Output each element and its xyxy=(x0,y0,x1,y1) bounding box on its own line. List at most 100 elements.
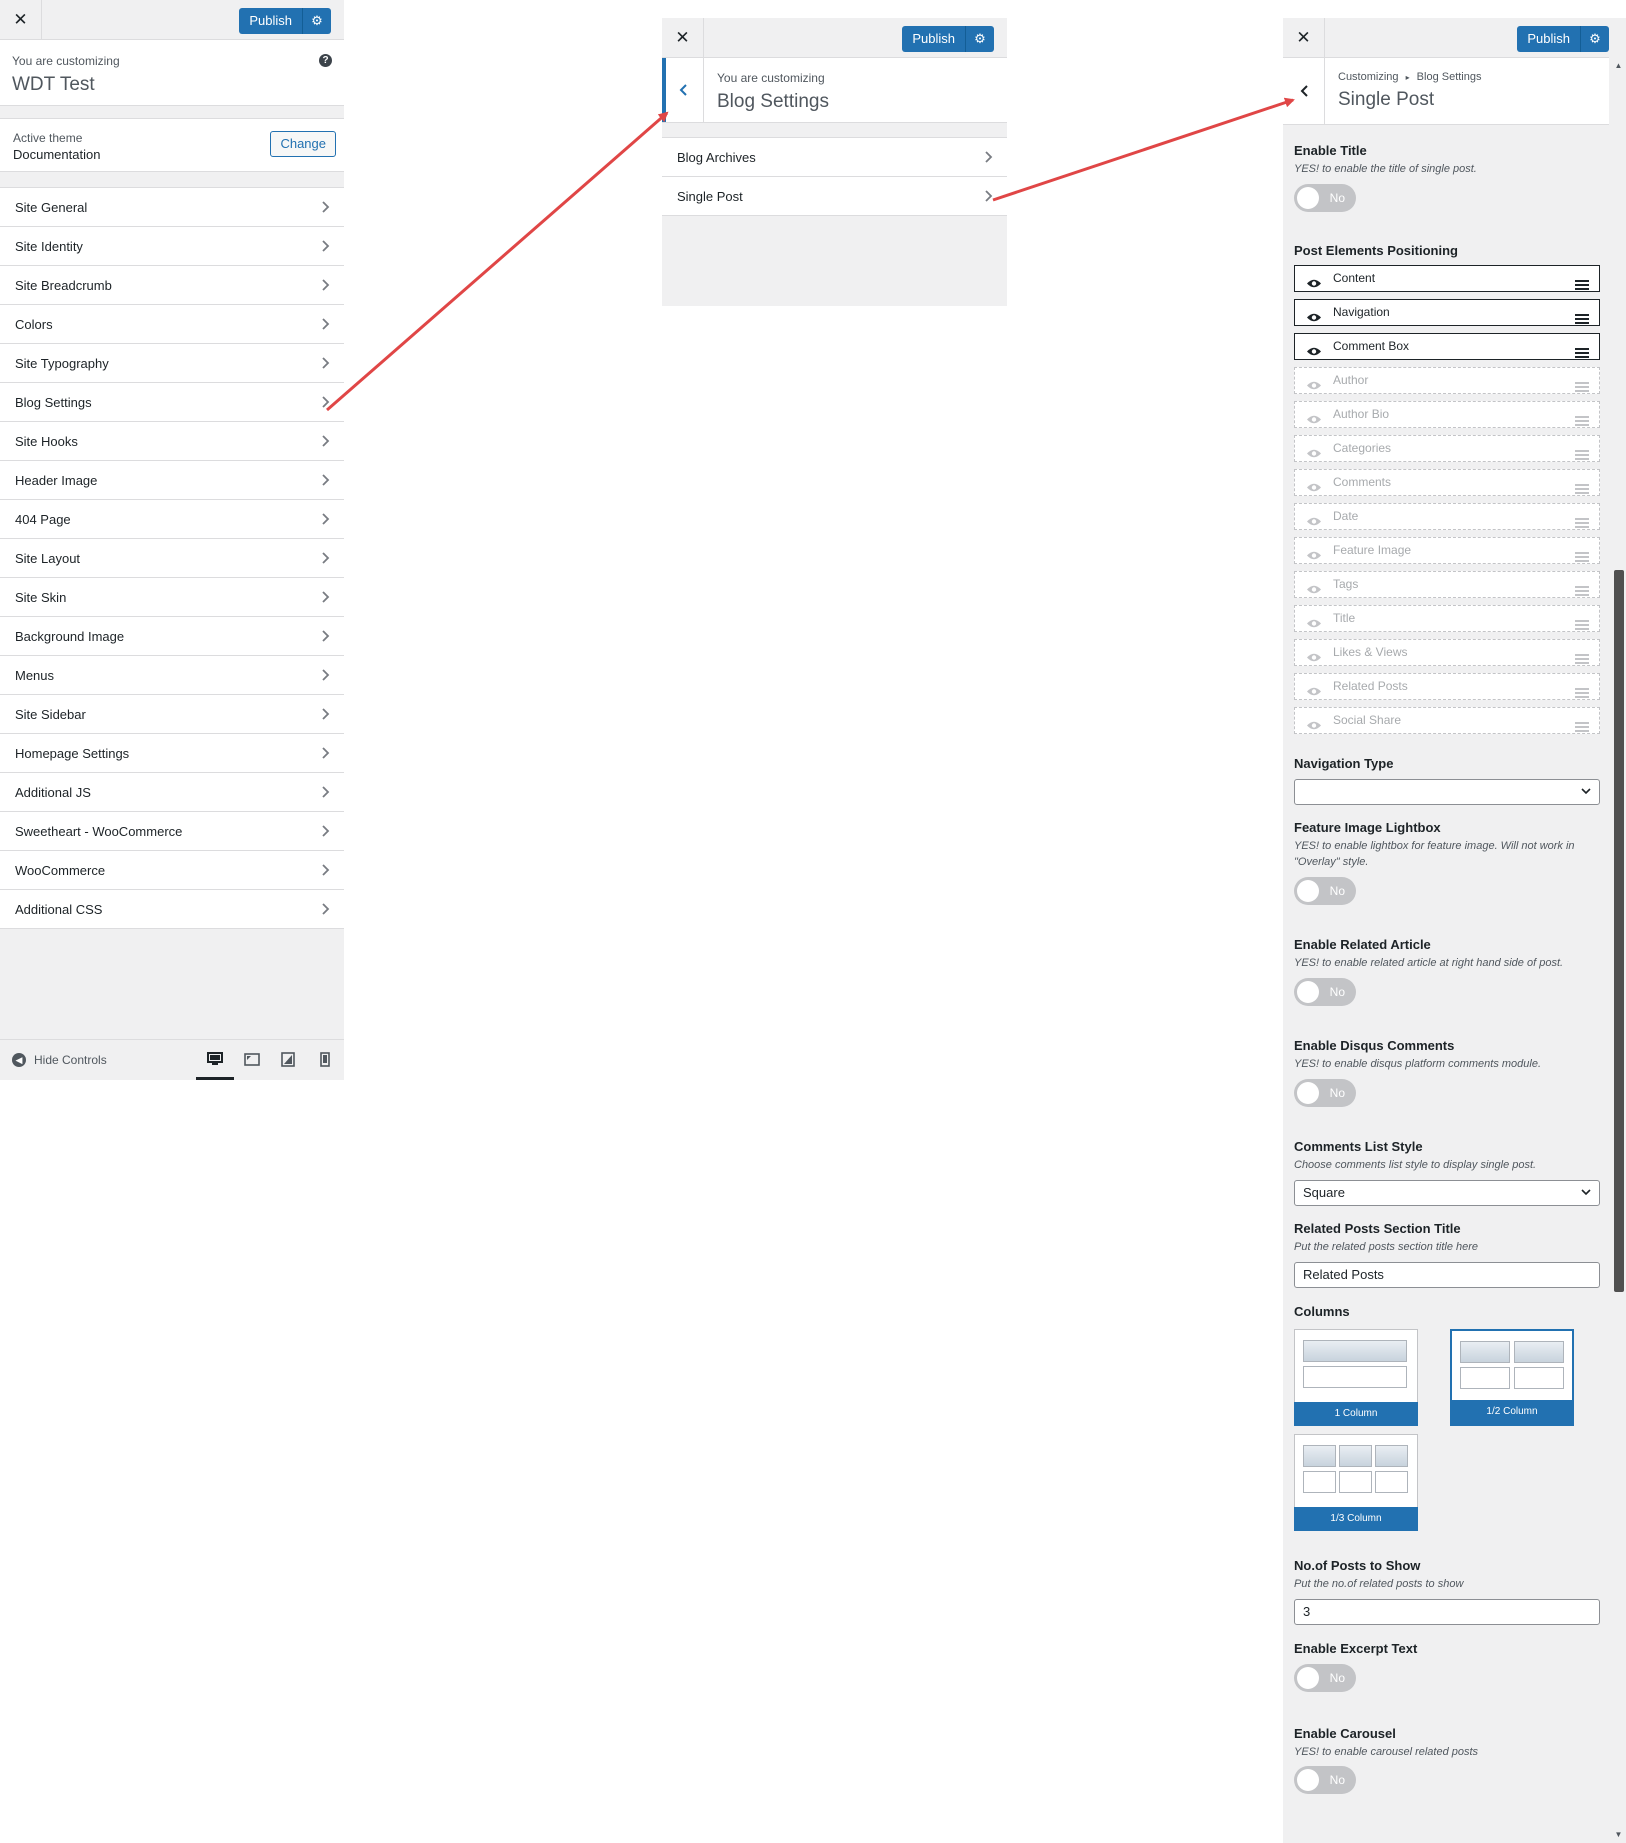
posts-count-input[interactable]: 3 xyxy=(1294,1598,1600,1625)
section-item-404-page[interactable]: 404 Page xyxy=(0,500,344,539)
element-item-likes-views[interactable]: Likes & Views xyxy=(1294,638,1600,666)
drag-handle-icon[interactable] xyxy=(1575,653,1589,664)
element-item-navigation[interactable]: Navigation xyxy=(1294,298,1600,326)
navigation-type-select[interactable] xyxy=(1294,778,1600,805)
drag-handle-icon[interactable] xyxy=(1575,381,1589,392)
publish-button[interactable]: Publish xyxy=(902,26,965,52)
drag-handle-icon[interactable] xyxy=(1575,551,1589,562)
element-item-feature-image[interactable]: Feature Image xyxy=(1294,536,1600,564)
column-option-2[interactable]: 1/2 Column xyxy=(1450,1328,1574,1426)
section-item-site-breadcrumb[interactable]: Site Breadcrumb xyxy=(0,266,344,305)
section-item-background-image[interactable]: Background Image xyxy=(0,617,344,656)
element-item-categories[interactable]: Categories xyxy=(1294,434,1600,462)
column-option-1[interactable]: 1 Column xyxy=(1294,1328,1418,1426)
drag-handle-icon[interactable] xyxy=(1575,517,1589,528)
back-button[interactable] xyxy=(1283,58,1325,124)
visibility-toggle[interactable] xyxy=(1306,613,1322,638)
enable-title-toggle[interactable]: No xyxy=(1294,183,1356,212)
scroll-down-arrow[interactable]: ▼ xyxy=(1611,1827,1626,1843)
related-title-input[interactable]: Related Posts xyxy=(1294,1261,1600,1288)
visibility-toggle[interactable] xyxy=(1306,681,1322,706)
section-item-site-skin[interactable]: Site Skin xyxy=(0,578,344,617)
drag-handle-icon[interactable] xyxy=(1575,415,1589,426)
drag-handle-icon[interactable] xyxy=(1575,687,1589,698)
close-button[interactable]: ✕ xyxy=(662,18,704,58)
close-button[interactable]: ✕ xyxy=(0,0,42,40)
excerpt-toggle[interactable]: No xyxy=(1294,1663,1356,1692)
element-item-tags[interactable]: Tags xyxy=(1294,570,1600,598)
device-tablet-landscape-button[interactable] xyxy=(236,1040,268,1080)
help-icon[interactable]: ? xyxy=(319,54,332,67)
subsection-item-blog-archives[interactable]: Blog Archives xyxy=(662,138,1007,177)
section-item-site-general[interactable]: Site General xyxy=(0,188,344,227)
visibility-toggle[interactable] xyxy=(1306,579,1322,604)
scroll-up-arrow[interactable]: ▲ xyxy=(1611,58,1626,74)
publish-settings-button[interactable]: ⚙ xyxy=(1580,26,1609,52)
device-desktop-button[interactable] xyxy=(196,1040,234,1080)
device-tablet-button[interactable] xyxy=(272,1040,304,1080)
visibility-toggle[interactable] xyxy=(1306,273,1322,298)
visibility-toggle[interactable] xyxy=(1306,409,1322,434)
element-item-content[interactable]: Content xyxy=(1294,264,1600,292)
visibility-toggle[interactable] xyxy=(1306,307,1322,332)
carousel-toggle[interactable]: No xyxy=(1294,1766,1356,1795)
section-item-site-layout[interactable]: Site Layout xyxy=(0,539,344,578)
section-item-blog-settings[interactable]: Blog Settings xyxy=(0,383,344,422)
section-item-menus[interactable]: Menus xyxy=(0,656,344,695)
element-item-comments[interactable]: Comments xyxy=(1294,468,1600,496)
change-theme-button[interactable]: Change xyxy=(270,131,336,157)
section-item-homepage-settings[interactable]: Homepage Settings xyxy=(0,734,344,773)
section-item-site-identity[interactable]: Site Identity xyxy=(0,227,344,266)
back-button[interactable] xyxy=(662,58,704,122)
visibility-toggle[interactable] xyxy=(1306,545,1322,570)
visibility-toggle[interactable] xyxy=(1306,715,1322,740)
section-item-additional-css[interactable]: Additional CSS xyxy=(0,890,344,929)
element-item-comment-box[interactable]: Comment Box xyxy=(1294,332,1600,360)
visibility-toggle[interactable] xyxy=(1306,375,1322,400)
column-option-3[interactable]: 1/3 Column xyxy=(1294,1433,1418,1531)
publish-settings-button[interactable]: ⚙ xyxy=(965,26,994,52)
visibility-toggle[interactable] xyxy=(1306,477,1322,502)
drag-handle-icon[interactable] xyxy=(1575,313,1589,324)
close-button[interactable]: ✕ xyxy=(1283,18,1325,58)
active-theme-section: Active theme Documentation Change xyxy=(0,118,344,172)
publish-button[interactable]: Publish xyxy=(239,8,302,34)
visibility-toggle[interactable] xyxy=(1306,443,1322,468)
element-item-related-posts[interactable]: Related Posts xyxy=(1294,672,1600,700)
drag-handle-icon[interactable] xyxy=(1575,347,1589,358)
section-item-colors[interactable]: Colors xyxy=(0,305,344,344)
hide-controls-button[interactable]: ◀ Hide Controls xyxy=(12,1052,107,1068)
drag-handle-icon[interactable] xyxy=(1575,721,1589,732)
scrollbar[interactable]: ▲ ▼ xyxy=(1611,58,1626,1843)
comments-style-select[interactable]: Square xyxy=(1294,1179,1600,1206)
section-item-site-typography[interactable]: Site Typography xyxy=(0,344,344,383)
section-item-woocommerce[interactable]: WooCommerce xyxy=(0,851,344,890)
visibility-toggle[interactable] xyxy=(1306,511,1322,536)
section-item-header-image[interactable]: Header Image xyxy=(0,461,344,500)
section-item-additional-js[interactable]: Additional JS xyxy=(0,773,344,812)
drag-handle-icon[interactable] xyxy=(1575,585,1589,596)
drag-handle-icon[interactable] xyxy=(1575,279,1589,290)
element-item-date[interactable]: Date xyxy=(1294,502,1600,530)
scrollbar-thumb[interactable] xyxy=(1614,570,1624,1292)
visibility-toggle[interactable] xyxy=(1306,647,1322,672)
drag-handle-icon[interactable] xyxy=(1575,449,1589,460)
subsection-item-single-post[interactable]: Single Post xyxy=(662,177,1007,216)
publish-button[interactable]: Publish xyxy=(1517,26,1580,52)
device-mobile-button[interactable] xyxy=(310,1040,340,1080)
element-item-author-bio[interactable]: Author Bio xyxy=(1294,400,1600,428)
related-article-toggle[interactable]: No xyxy=(1294,977,1356,1006)
section-item-site-sidebar[interactable]: Site Sidebar xyxy=(0,695,344,734)
element-item-title[interactable]: Title xyxy=(1294,604,1600,632)
element-item-author[interactable]: Author xyxy=(1294,366,1600,394)
drag-handle-icon[interactable] xyxy=(1575,483,1589,494)
column-option-label: 1/2 Column xyxy=(1452,1399,1572,1424)
disqus-toggle[interactable]: No xyxy=(1294,1078,1356,1107)
section-item-sweetheart-woocommerce[interactable]: Sweetheart - WooCommerce xyxy=(0,812,344,851)
visibility-toggle[interactable] xyxy=(1306,341,1322,366)
lightbox-toggle[interactable]: No xyxy=(1294,876,1356,905)
section-item-site-hooks[interactable]: Site Hooks xyxy=(0,422,344,461)
drag-handle-icon[interactable] xyxy=(1575,619,1589,630)
publish-settings-button[interactable]: ⚙ xyxy=(302,8,331,34)
element-item-social-share[interactable]: Social Share xyxy=(1294,706,1600,734)
